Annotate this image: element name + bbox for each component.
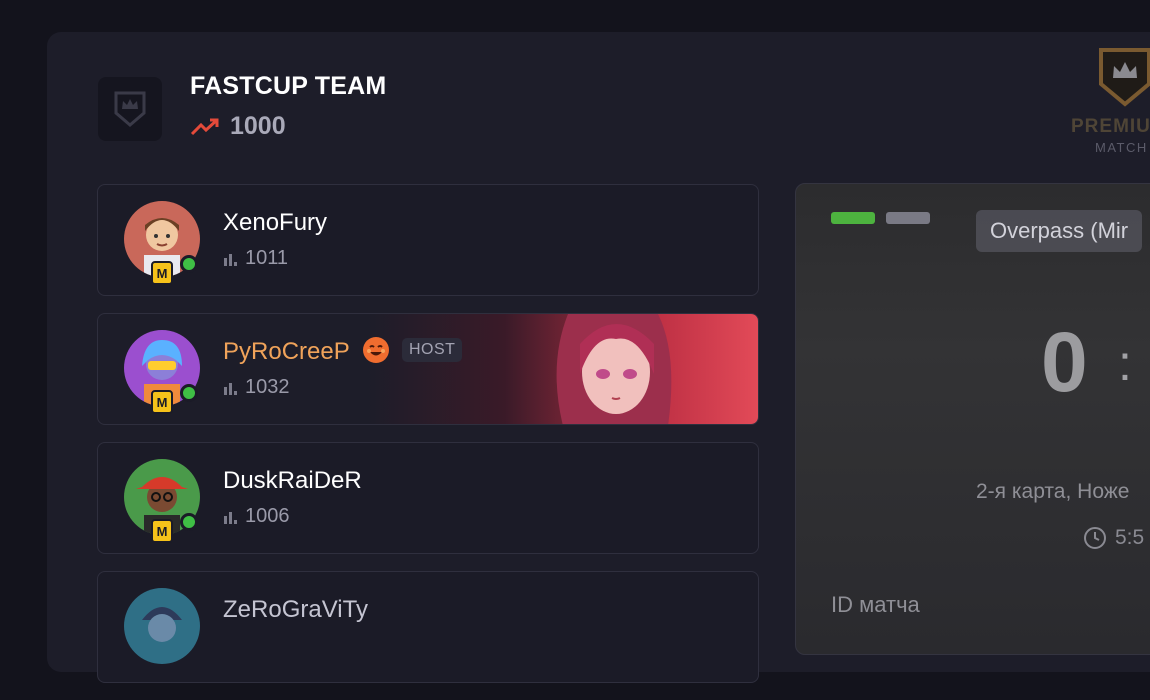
online-indicator [180, 255, 198, 273]
player-banner-art [368, 314, 758, 424]
match-time-value: 5:5 [1115, 526, 1145, 549]
bar-chart-icon [224, 511, 237, 524]
trend-up-icon [190, 118, 219, 135]
player-rating-value: 1032 [245, 376, 290, 398]
player-card[interactable]: ZeRoGraViTy [97, 571, 759, 683]
player-name[interactable]: ZeRoGraViTy [223, 596, 368, 624]
player-name[interactable]: PyRoCreeP [223, 338, 350, 366]
online-indicator [180, 384, 198, 402]
match-time: 5:5 [1083, 526, 1144, 550]
player-rating: 1006 [223, 505, 290, 528]
crown-shield-icon [114, 91, 146, 127]
clock-icon [1084, 527, 1106, 549]
smile-emoji-icon [362, 336, 390, 369]
player-rating: 1011 [223, 247, 288, 270]
player-name[interactable]: DuskRaiDeR [223, 467, 362, 495]
avatar [124, 588, 200, 664]
map-name: Overpass (Mir [976, 210, 1143, 252]
team-rating: 1000 [190, 112, 286, 141]
map-progress-won [831, 212, 875, 224]
player-name[interactable]: XenoFury [223, 209, 327, 237]
player-card[interactable]: M XenoFury 1011 [97, 184, 759, 296]
premium-match-badge: PREMIU MATCH [1065, 44, 1150, 164]
player-rating: 1032 [223, 376, 290, 399]
team-rating-value: 1000 [230, 112, 286, 140]
match-panel[interactable]: Overpass (Mir 0 : 2-я карта, Ноже 5:5 ID… [795, 183, 1150, 655]
premium-sublabel: MATCH [1095, 140, 1148, 155]
map-info: 2-я карта, Ноже [976, 480, 1130, 503]
rank-badge: M [151, 261, 173, 285]
score-separator: : [1118, 335, 1132, 391]
player-card[interactable]: M DuskRaiDeR 1006 [97, 442, 759, 554]
player-rating-value: 1006 [245, 505, 290, 527]
rank-badge: M [151, 390, 173, 414]
map-progress-pending [886, 212, 930, 224]
rank-badge: M [151, 519, 173, 543]
anime-character-art [556, 314, 672, 424]
player-rating-value: 1011 [245, 247, 289, 269]
bar-chart-icon [224, 253, 237, 266]
player-list: M XenoFury 1011 M PyRoCreeP HOST 1032 M … [97, 184, 759, 700]
premium-shield-icon [1099, 48, 1150, 107]
team-logo [98, 77, 162, 141]
score-left: 0 [1041, 315, 1088, 409]
team-name: FASTCUP TEAM [190, 72, 387, 100]
host-badge: HOST [402, 338, 463, 362]
bar-chart-icon [224, 382, 237, 395]
premium-label: PREMIU [1071, 116, 1150, 137]
online-indicator [180, 513, 198, 531]
match-id-label: ID матча [831, 592, 920, 617]
player-card-host[interactable]: M PyRoCreeP HOST 1032 [97, 313, 759, 425]
